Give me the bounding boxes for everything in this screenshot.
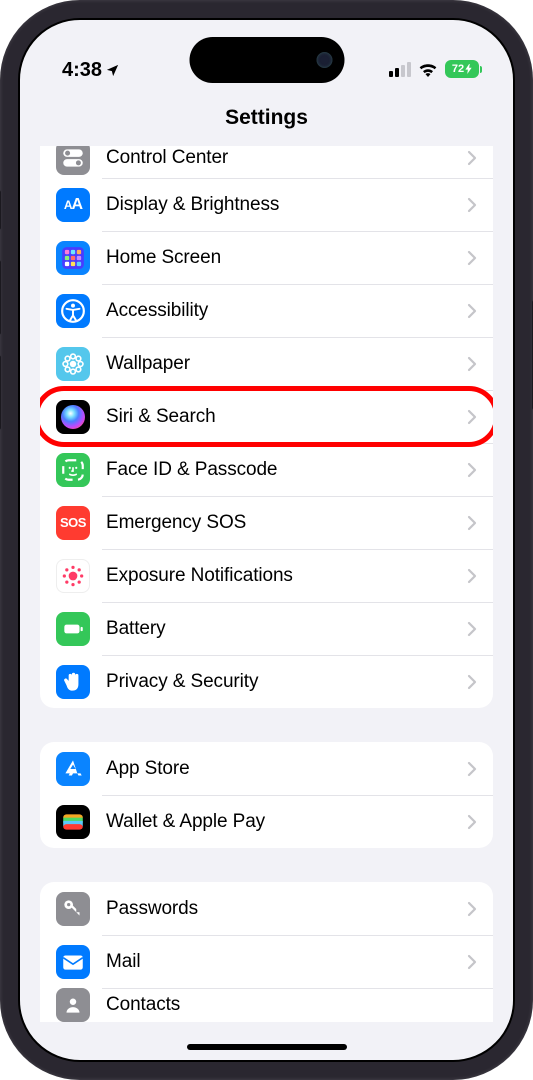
- row-label: Passwords: [106, 898, 467, 920]
- settings-group: App Store Wallet & Apple Pay: [40, 742, 493, 848]
- chevron-right-icon: [467, 409, 477, 425]
- settings-row-passwords[interactable]: Passwords: [40, 882, 493, 935]
- row-label: Control Center: [106, 147, 467, 169]
- mail-icon: [56, 945, 90, 979]
- accessibility-icon: [56, 294, 90, 328]
- chevron-right-icon: [467, 814, 477, 830]
- row-label: Privacy & Security: [106, 671, 467, 693]
- siri-search-icon: [56, 400, 90, 434]
- settings-row-privacy-security[interactable]: Privacy & Security: [40, 655, 493, 708]
- settings-row-battery[interactable]: Battery: [40, 602, 493, 655]
- location-icon: [105, 63, 120, 78]
- settings-row-contacts[interactable]: Contacts: [40, 988, 493, 1022]
- display-brightness-icon: AA: [56, 188, 90, 222]
- row-label: App Store: [106, 758, 467, 780]
- chevron-right-icon: [467, 901, 477, 917]
- signal-icon: [389, 62, 411, 77]
- settings-group: Control Center AA Display & Brightness Home…: [40, 146, 493, 708]
- settings-row-home-screen[interactable]: Home Screen: [40, 231, 493, 284]
- settings-row-wallet[interactable]: Wallet & Apple Pay: [40, 795, 493, 848]
- wifi-icon: [418, 62, 438, 77]
- wallpaper-icon: [56, 347, 90, 381]
- settings-row-exposure-notifications[interactable]: Exposure Notifications: [40, 549, 493, 602]
- emergency-sos-icon: SOS: [56, 506, 90, 540]
- app-store-icon: [56, 752, 90, 786]
- row-label: Wallpaper: [106, 353, 467, 375]
- chevron-right-icon: [467, 197, 477, 213]
- settings-group: Passwords Mail Contacts: [40, 882, 493, 1022]
- row-label: Emergency SOS: [106, 512, 467, 534]
- contacts-icon: [56, 988, 90, 1022]
- screen: 4:38 72 Settings Control Center AA Display…: [18, 18, 515, 1062]
- row-label: Contacts: [106, 994, 477, 1016]
- row-label: Wallet & Apple Pay: [106, 811, 467, 833]
- home-indicator[interactable]: [187, 1044, 347, 1050]
- chevron-right-icon: [467, 462, 477, 478]
- row-label: Face ID & Passcode: [106, 459, 467, 481]
- home-screen-icon: [56, 241, 90, 275]
- control-center-icon: [56, 146, 90, 175]
- chevron-right-icon: [467, 674, 477, 690]
- row-label: Display & Brightness: [106, 194, 467, 216]
- passwords-icon: [56, 892, 90, 926]
- chevron-right-icon: [467, 761, 477, 777]
- status-time: 4:38: [62, 59, 102, 82]
- chevron-right-icon: [467, 250, 477, 266]
- settings-row-face-id[interactable]: Face ID & Passcode: [40, 443, 493, 496]
- battery-icon: 72: [445, 60, 479, 78]
- face-id-icon: [56, 453, 90, 487]
- chevron-right-icon: [467, 150, 477, 166]
- row-label: Home Screen: [106, 247, 467, 269]
- chevron-right-icon: [467, 303, 477, 319]
- settings-row-emergency-sos[interactable]: SOS Emergency SOS: [40, 496, 493, 549]
- settings-list[interactable]: Control Center AA Display & Brightness Home…: [20, 146, 513, 1058]
- privacy-security-icon: [56, 665, 90, 699]
- battery-icon: [56, 612, 90, 646]
- row-label: Accessibility: [106, 300, 467, 322]
- dynamic-island: [189, 37, 344, 83]
- chevron-right-icon: [467, 568, 477, 584]
- exposure-notifications-icon: [56, 559, 90, 593]
- row-label: Battery: [106, 618, 467, 640]
- settings-row-app-store[interactable]: App Store: [40, 742, 493, 795]
- page-title: Settings: [20, 88, 513, 146]
- settings-row-control-center[interactable]: Control Center: [40, 146, 493, 178]
- chevron-right-icon: [467, 954, 477, 970]
- settings-row-mail[interactable]: Mail: [40, 935, 493, 988]
- chevron-right-icon: [467, 515, 477, 531]
- settings-row-siri-search[interactable]: Siri & Search: [40, 390, 493, 443]
- settings-row-wallpaper[interactable]: Wallpaper: [40, 337, 493, 390]
- row-label: Exposure Notifications: [106, 565, 467, 587]
- row-label: Mail: [106, 951, 467, 973]
- wallet-icon: [56, 805, 90, 839]
- chevron-right-icon: [467, 621, 477, 637]
- settings-row-display-brightness[interactable]: AA Display & Brightness: [40, 178, 493, 231]
- row-label: Siri & Search: [106, 406, 467, 428]
- chevron-right-icon: [467, 356, 477, 372]
- settings-row-accessibility[interactable]: Accessibility: [40, 284, 493, 337]
- phone-frame: 4:38 72 Settings Control Center AA Display…: [0, 0, 533, 1080]
